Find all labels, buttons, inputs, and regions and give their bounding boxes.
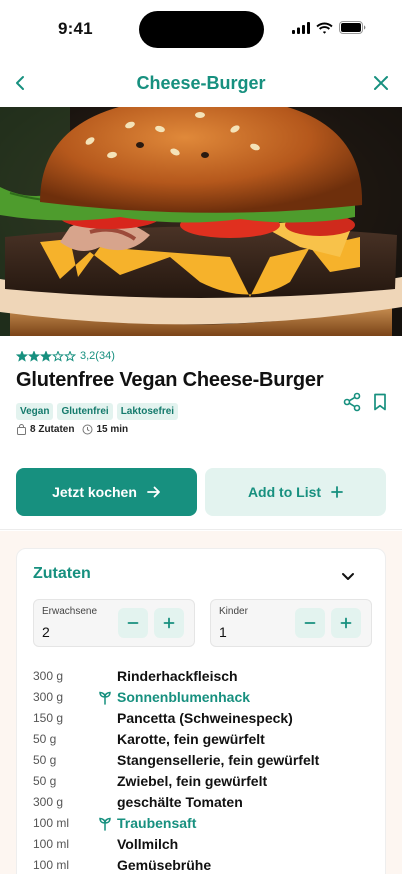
ingredient-row: 50 g Stangensellerie, fein gewürfelt — [33, 749, 373, 770]
ingredient-quantity: 50 g — [33, 752, 57, 767]
ingredient-count-text: 8 Zutaten — [30, 424, 75, 435]
ingredient-name: Sonnenblumenhack — [99, 689, 250, 705]
share-button[interactable] — [342, 392, 362, 412]
add-to-list-label: Add to List — [247, 484, 322, 500]
ingredient-row: 300 g Sonnenblumenhack — [33, 686, 373, 707]
leaf-icon — [99, 817, 111, 831]
back-icon — [16, 76, 24, 90]
ingredient-quantity: 150 g — [33, 710, 64, 725]
plus-icon — [340, 617, 352, 629]
ingredient-name: Vollmilch — [117, 835, 179, 852]
wifi-icon — [316, 22, 333, 34]
ingredient-list: 300 g Rinderhackfleisch 300 g Sonnenblumenh… — [33, 665, 373, 874]
adults-stepper: Erwachsene 2 — [33, 599, 195, 647]
ingredient-name: Pancetta (Schweinespeck) — [117, 709, 293, 726]
ingredient-name: Karotte, fein gewürfelt — [117, 730, 265, 747]
ingredient-row: 300 g Rinderhackfleisch — [33, 665, 373, 686]
adults-label: Erwachsene — [42, 606, 98, 617]
battery-icon — [339, 21, 366, 34]
ingredient-row: 100 ml Vollmilch — [33, 833, 373, 854]
ingredient-quantity: 100 ml — [33, 857, 70, 872]
cook-now-label: Jetzt kochen — [52, 484, 137, 500]
clock-icon — [82, 424, 93, 435]
ingredient-name: Stangensellerie, fein gewürfelt — [117, 751, 320, 768]
minus-icon — [304, 622, 316, 624]
bookmark-button[interactable] — [370, 392, 390, 412]
rating-stars — [16, 350, 76, 362]
ingredient-row: 300 g geschälte Tomaten — [33, 791, 373, 812]
ingredient-quantity: 300 g — [33, 668, 64, 683]
ingredient-quantity: 50 g — [33, 731, 57, 746]
rating-text: 3,2(34) — [80, 350, 115, 362]
ingredient-name: geschälte Tomaten — [117, 793, 243, 810]
bag-icon — [17, 424, 26, 435]
ingredient-name: Gemüsebrühe — [117, 856, 212, 873]
ingredients-card: Zutaten Erwachsene 2 Kinder 1 300 g Rinde — [16, 548, 386, 874]
star-icon — [16, 350, 29, 362]
bookmark-icon — [374, 393, 386, 411]
kids-label: Kinder — [219, 606, 248, 617]
chevron-down-icon — [342, 573, 354, 580]
star-icon — [63, 350, 76, 362]
adults-plus-button[interactable] — [154, 608, 184, 638]
ingredients-title: Zutaten — [33, 565, 91, 582]
duration-text: 15 min — [96, 424, 129, 435]
tag-vegan[interactable]: Vegan — [16, 403, 54, 420]
adults-minus-button[interactable] — [118, 608, 148, 638]
ingredient-quantity: 50 g — [33, 773, 57, 788]
star-icon — [51, 350, 65, 362]
ingredient-name: Zwiebel, fein gewürfelt — [117, 772, 268, 789]
signal-icon — [292, 21, 310, 34]
ingredient-name: Rinderhackfleisch — [117, 667, 238, 684]
ingredient-row: 150 g Pancetta (Schweinespeck) — [33, 707, 373, 728]
ingredient-quantity: 300 g — [33, 794, 64, 809]
ingredient-row: 100 ml Traubensaft — [33, 812, 373, 833]
recipe-title: Glutenfree Vegan Cheese-Burger — [16, 369, 324, 391]
arrow-right-icon — [147, 486, 160, 498]
ingredients-section: Zutaten Erwachsene 2 Kinder 1 300 g Rinde — [0, 531, 402, 874]
tag-glutenfree[interactable]: Glutenfrei — [57, 403, 113, 420]
plus-icon — [331, 486, 343, 498]
star-icon — [27, 350, 41, 362]
plus-icon — [163, 617, 175, 629]
ingredient-row: 100 ml Gemüsebrühe — [33, 854, 373, 874]
kids-value: 1 — [219, 624, 227, 640]
nav-bar: Cheese-Burger — [0, 58, 402, 108]
recipe-hero-image — [0, 107, 402, 336]
rating: 3,2(34) — [16, 350, 115, 362]
dynamic-island — [139, 11, 264, 48]
star-icon — [39, 350, 53, 362]
minus-icon — [127, 622, 139, 624]
page-title: Cheese-Burger — [136, 72, 266, 93]
adults-value: 2 — [42, 624, 50, 640]
add-to-list-button[interactable]: Add to List — [205, 468, 386, 516]
status-icons — [292, 21, 366, 34]
ingredient-quantity: 100 ml — [33, 836, 70, 851]
cook-now-button[interactable]: Jetzt kochen — [16, 468, 197, 516]
tag-lactosefree[interactable]: Laktosefrei — [116, 403, 179, 420]
ingredient-row: 50 g Karotte, fein gewürfelt — [33, 728, 373, 749]
close-button[interactable] — [368, 69, 394, 97]
ingredient-row: 50 g Zwiebel, fein gewürfelt — [33, 770, 373, 791]
ingredient-name: Traubensaft — [99, 815, 196, 831]
kids-plus-button[interactable] — [331, 608, 361, 638]
back-button[interactable] — [8, 69, 34, 97]
diet-tags: Vegan Glutenfrei Laktosefrei — [16, 403, 179, 420]
recipe-meta: 8 Zutaten 15 min — [16, 424, 128, 435]
status-time: 9:41 — [58, 19, 93, 38]
status-bar: 9:41 — [0, 0, 402, 58]
recipe-info: 3,2(34) Glutenfree Vegan Cheese-Burger V… — [0, 336, 402, 530]
leaf-icon — [99, 691, 111, 705]
ingredient-count: 8 Zutaten — [16, 424, 74, 435]
duration: 15 min — [82, 424, 128, 435]
kids-stepper: Kinder 1 — [210, 599, 372, 647]
collapse-toggle[interactable] — [339, 567, 357, 585]
kids-minus-button[interactable] — [295, 608, 325, 638]
close-icon — [374, 76, 388, 90]
share-icon — [343, 392, 361, 412]
burger-illustration — [0, 107, 402, 336]
